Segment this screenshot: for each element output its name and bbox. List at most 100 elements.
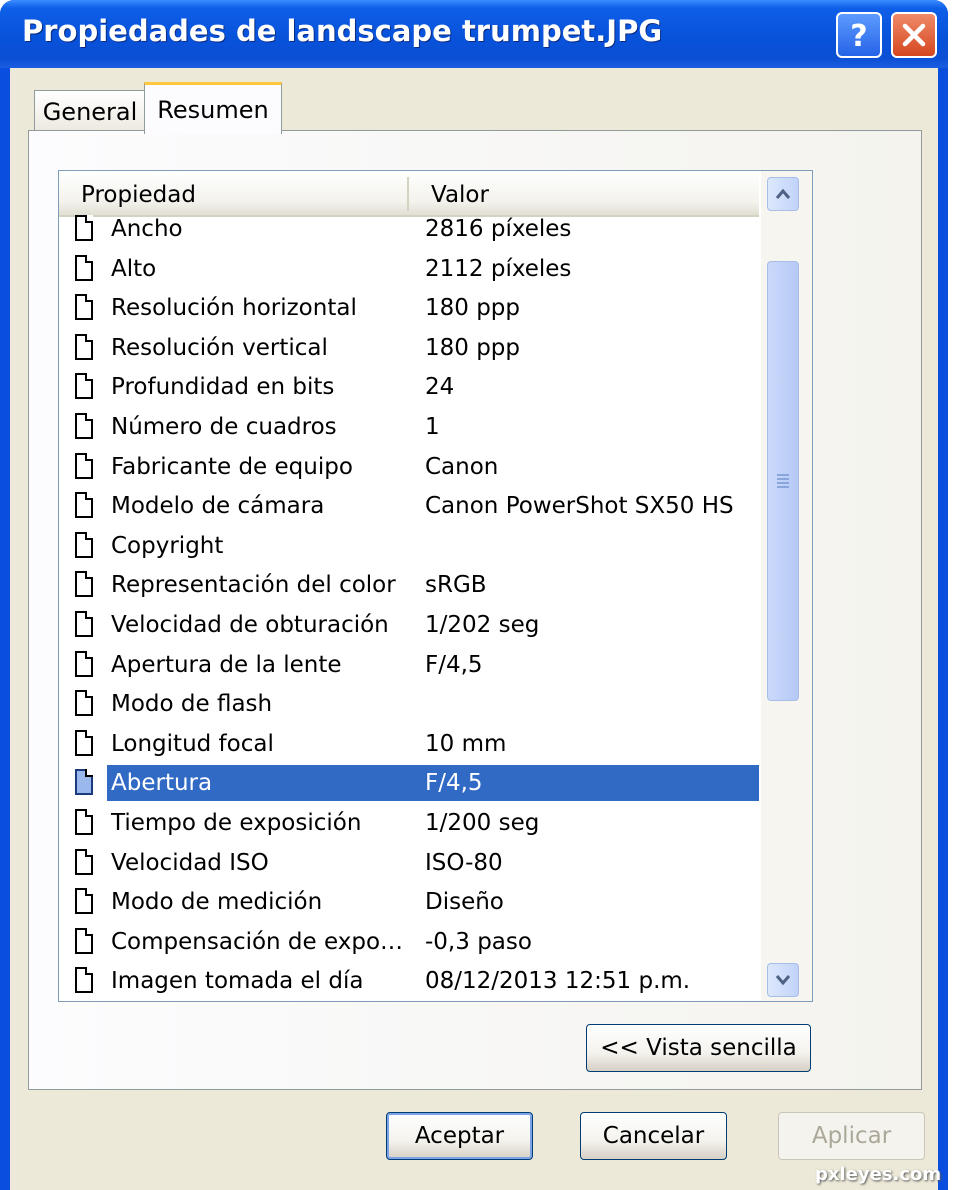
list-row[interactable]: Fabricante de equipo Canon (59, 447, 759, 487)
properties-window: Propiedades de landscape trumpet.JPG ? G… (0, 0, 948, 1190)
document-icon (75, 927, 93, 954)
apply-button[interactable]: Aplicar (778, 1112, 925, 1160)
property-value: -0,3 paso (425, 928, 532, 955)
property-value: 180 ppp (425, 295, 521, 322)
property-name: Compensación de expo… (111, 928, 404, 955)
property-value: 180 ppp (425, 334, 521, 361)
tab-general[interactable]: General (34, 90, 146, 132)
document-icon (75, 531, 93, 558)
property-name: Profundidad en bits (111, 374, 335, 401)
list-row[interactable]: Imagen tomada el día 08/12/2013 12:51 p.m… (59, 961, 759, 1001)
property-value: Canon PowerShot SX50 HS (425, 493, 734, 520)
document-icon (75, 690, 93, 717)
help-button[interactable]: ? (836, 12, 882, 58)
property-name: Modelo de cámara (111, 493, 325, 520)
document-icon (75, 294, 93, 321)
document-icon (75, 967, 93, 994)
property-name: Fabricante de equipo (111, 453, 353, 480)
window-title: Propiedades de landscape trumpet.JPG (22, 14, 663, 48)
document-icon (75, 492, 93, 519)
document-icon (75, 809, 93, 835)
document-icon (75, 215, 93, 241)
list-row[interactable]: Resolución vertical 180 ppp (59, 328, 759, 368)
tab-resumen[interactable]: Resumen (144, 82, 282, 134)
property-name: Velocidad ISO (111, 849, 269, 876)
tab-resumen-label: Resumen (157, 95, 269, 124)
property-name: Copyright (111, 532, 224, 559)
column-header-property[interactable]: Propiedad (81, 171, 196, 215)
property-name: Abertura (111, 770, 213, 797)
property-value: 2816 píxeles (425, 216, 572, 242)
scroll-thumb[interactable] (767, 261, 799, 701)
cancel-button[interactable]: Cancelar (580, 1112, 727, 1160)
list-row[interactable]: Copyright (59, 526, 759, 566)
list-row[interactable]: Abertura F/4,5 (59, 763, 759, 803)
list-row[interactable]: Modelo de cámara Canon PowerShot SX50 HS (59, 486, 759, 526)
document-icon (75, 848, 93, 875)
list-row[interactable]: Alto 2112 píxeles (59, 249, 759, 289)
list-row[interactable]: Longitud focal 10 mm (59, 724, 759, 764)
property-name: Apertura de la lente (111, 651, 342, 678)
document-icon (75, 254, 93, 281)
property-value: 1/202 seg (425, 612, 540, 638)
document-icon (75, 452, 93, 479)
list-row[interactable]: Número de cuadros 1 (59, 407, 759, 447)
tab-general-label: General (42, 97, 138, 126)
property-name: Velocidad de obturación (111, 612, 389, 638)
title-bar[interactable]: Propiedades de landscape trumpet.JPG ? (0, 0, 948, 68)
properties-list[interactable]: Propiedad Valor Ancho 2816 píxeles Alto 211… (58, 170, 813, 1002)
list-row[interactable]: Resolución horizontal 180 ppp (59, 288, 759, 328)
property-value: 1 (425, 414, 440, 440)
list-row[interactable]: Modo de flash (59, 684, 759, 724)
property-name: Alto (111, 255, 157, 282)
list-row[interactable]: Ancho 2816 píxeles (59, 215, 759, 249)
property-name: Representación del color (111, 572, 396, 599)
close-x-icon (902, 23, 926, 47)
list-row[interactable]: Velocidad de obturación 1/202 seg (59, 605, 759, 645)
list-row[interactable]: Apertura de la lente F/4,5 (59, 645, 759, 685)
document-icon (75, 888, 93, 915)
property-value: F/4,5 (425, 651, 483, 678)
property-name: Modo de medición (111, 889, 323, 916)
property-name: Ancho (111, 216, 183, 242)
list-row[interactable]: Modo de medición Diseño (59, 882, 759, 922)
simple-view-button[interactable]: << Vista sencilla (586, 1024, 811, 1072)
property-value: 1/200 seg (425, 810, 540, 836)
vertical-scrollbar[interactable] (761, 171, 812, 1001)
property-value: Diseño (425, 889, 504, 916)
ok-button[interactable]: Aceptar (386, 1112, 533, 1160)
document-icon (75, 650, 93, 677)
document-icon (75, 729, 93, 756)
grip-icon (777, 474, 789, 488)
property-value: F/4,5 (425, 770, 483, 797)
property-value: ISO-80 (425, 849, 503, 876)
property-value: sRGB (425, 572, 487, 599)
list-row[interactable]: Velocidad ISO ISO-80 (59, 843, 759, 883)
property-value: 24 (425, 374, 455, 401)
scroll-up-button[interactable] (767, 177, 799, 211)
chevron-up-icon (775, 188, 791, 199)
property-name: Modo de flash (111, 691, 273, 718)
list-row[interactable]: Representación del color sRGB (59, 565, 759, 605)
list-row[interactable]: Tiempo de exposición 1/200 seg (59, 803, 759, 843)
column-header-value[interactable]: Valor (431, 171, 489, 215)
property-name: Imagen tomada el día (111, 968, 364, 995)
property-name: Longitud focal (111, 730, 274, 757)
property-name: Resolución vertical (111, 334, 328, 361)
list-rows: Ancho 2816 píxeles Alto 2112 píxeles Resoluc… (59, 215, 759, 1001)
property-value: 10 mm (425, 730, 507, 757)
list-row[interactable]: Profundidad en bits 24 (59, 367, 759, 407)
close-button[interactable] (891, 12, 937, 58)
property-value: 08/12/2013 12:51 p.m. (425, 968, 691, 995)
list-header: Propiedad Valor (59, 171, 759, 217)
document-icon (75, 611, 93, 637)
property-value: Canon (425, 453, 499, 480)
help-question-icon: ? (850, 19, 867, 52)
document-icon (75, 333, 93, 360)
document-icon (75, 373, 93, 400)
property-value: 2112 píxeles (425, 255, 572, 282)
list-row[interactable]: Compensación de expo… -0,3 paso (59, 922, 759, 962)
scroll-down-button[interactable] (767, 963, 799, 997)
column-divider[interactable] (407, 177, 409, 211)
svg-text:?: ? (850, 19, 867, 52)
